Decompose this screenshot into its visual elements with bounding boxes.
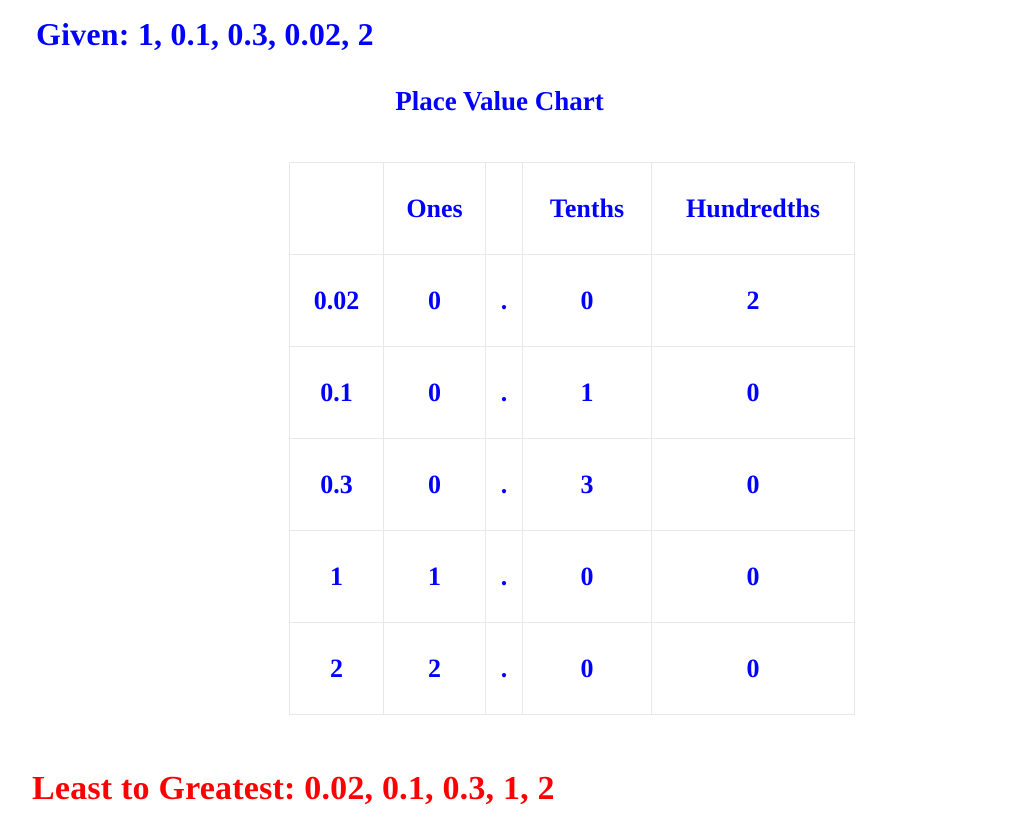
ones-cell: 0 xyxy=(383,254,486,347)
table-row: 0.1 0 . 1 0 xyxy=(289,346,855,439)
least-to-greatest-answer: Least to Greatest: 0.02, 0.1, 0.3, 1, 2 xyxy=(32,770,555,807)
row-label-cell: 0.3 xyxy=(289,438,384,531)
given-numbers-line: Given: 1, 0.1, 0.3, 0.02, 2 xyxy=(36,16,374,52)
place-value-table: Ones Tenths Hundredths 0.02 0 . 0 2 0.1 … xyxy=(289,162,855,715)
row-label-cell: 0.02 xyxy=(289,254,384,347)
ones-cell: 0 xyxy=(383,346,486,439)
ones-cell: 0 xyxy=(383,438,486,531)
table-row: 0.02 0 . 0 2 xyxy=(289,254,855,347)
place-value-chart: Ones Tenths Hundredths 0.02 0 . 0 2 0.1 … xyxy=(289,162,855,715)
header-cell-ones: Ones xyxy=(383,162,486,255)
decimal-point-cell: . xyxy=(485,346,523,439)
hundredths-cell: 0 xyxy=(651,438,855,531)
header-cell-tenths: Tenths xyxy=(522,162,652,255)
header-cell-blank-left xyxy=(289,162,384,255)
row-label-cell: 1 xyxy=(289,530,384,623)
row-label-cell: 2 xyxy=(289,622,384,715)
row-label-cell: 0.1 xyxy=(289,346,384,439)
hundredths-cell: 2 xyxy=(651,254,855,347)
tenths-cell: 0 xyxy=(522,622,652,715)
decimal-point-cell: . xyxy=(485,438,523,531)
hundredths-cell: 0 xyxy=(651,622,855,715)
table-row: 1 1 . 0 0 xyxy=(289,530,855,623)
table-header-row: Ones Tenths Hundredths xyxy=(289,162,855,255)
tenths-cell: 1 xyxy=(522,346,652,439)
header-cell-decimal xyxy=(485,162,523,255)
tenths-cell: 3 xyxy=(522,438,652,531)
table-row: 0.3 0 . 3 0 xyxy=(289,438,855,531)
ones-cell: 2 xyxy=(383,622,486,715)
tenths-cell: 0 xyxy=(522,254,652,347)
tenths-cell: 0 xyxy=(522,530,652,623)
header-cell-hundredths: Hundredths xyxy=(651,162,855,255)
hundredths-cell: 0 xyxy=(651,346,855,439)
table-row: 2 2 . 0 0 xyxy=(289,622,855,715)
hundredths-cell: 0 xyxy=(651,530,855,623)
decimal-point-cell: . xyxy=(485,254,523,347)
decimal-point-cell: . xyxy=(485,530,523,623)
ones-cell: 1 xyxy=(383,530,486,623)
page-title: Place Value Chart xyxy=(395,86,604,116)
decimal-point-cell: . xyxy=(485,622,523,715)
